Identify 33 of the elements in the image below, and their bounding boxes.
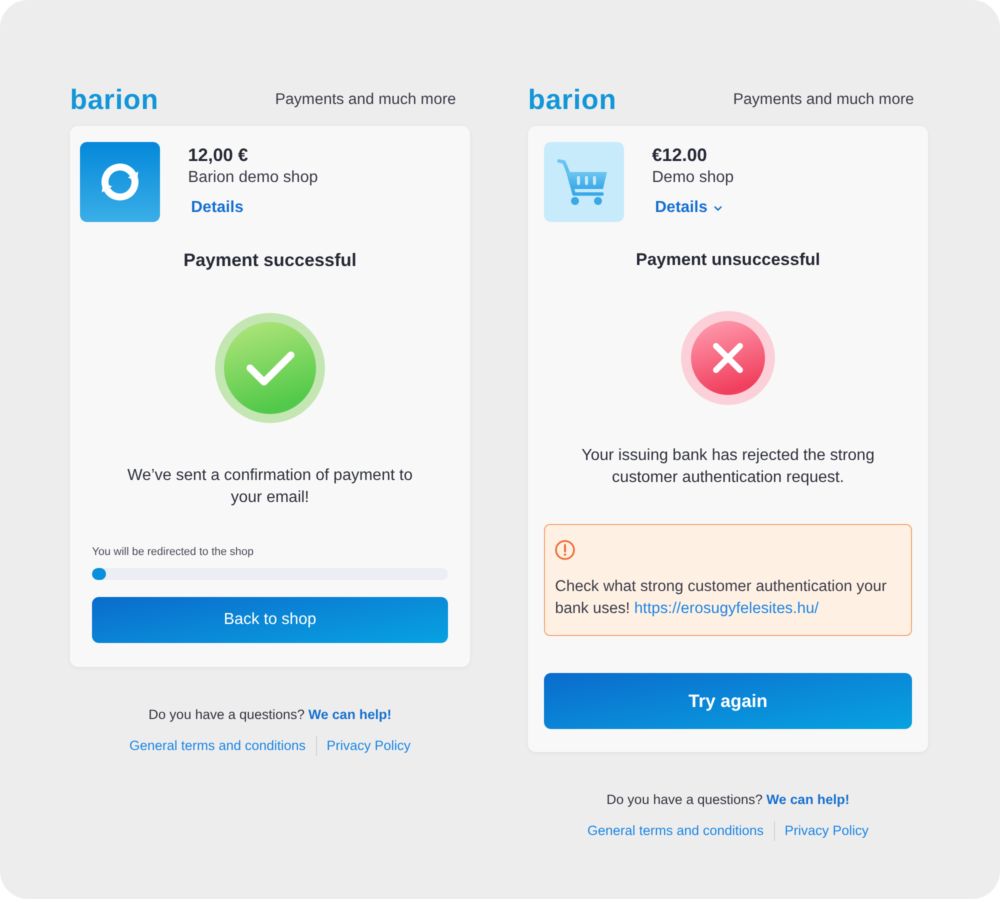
help-text: Do you have a questions? We can help! <box>606 791 850 809</box>
footer-link[interactable]: Privacy Policy <box>774 822 879 840</box>
x-circle-icon <box>681 311 775 405</box>
payment-amount: €12.00 <box>652 144 708 167</box>
status-message: We’ve sent a confirmation of payment to your email! <box>126 466 414 508</box>
chevron-down-icon <box>714 206 722 210</box>
payment-amount: 12,00 € <box>188 144 248 167</box>
footer-link[interactable]: Privacy Policy <box>316 737 421 755</box>
shop-name: Barion demo shop <box>188 168 318 188</box>
circular-arrows-icon <box>80 142 160 222</box>
brand-logo: barion <box>528 84 617 116</box>
redirect-label: You will be redirected to the shop <box>92 545 255 559</box>
details-link[interactable]: Details <box>655 197 722 219</box>
exclamation-circle-icon <box>555 540 575 560</box>
status-title: Payment successful <box>182 249 358 272</box>
footer-link[interactable]: General terms and conditions <box>119 737 316 755</box>
brand-logo: barion <box>70 84 159 116</box>
status-title: Payment unsuccessful <box>634 249 822 271</box>
footer-link[interactable]: General terms and conditions <box>577 822 774 840</box>
status-message: Your issuing bank has rejected the strong customer authentication request. <box>580 446 876 488</box>
help-text: Do you have a questions? We can help! <box>148 706 392 724</box>
retry-button[interactable]: Try again <box>544 673 912 729</box>
check-circle-icon <box>215 313 325 423</box>
shop-name: Demo shop <box>652 168 734 188</box>
shopping-cart-icon <box>544 142 624 222</box>
help-link[interactable]: We can help! <box>308 707 392 722</box>
details-link[interactable]: Details <box>191 197 244 219</box>
tagline: Payments and much more <box>733 90 914 110</box>
tagline: Payments and much more <box>275 90 456 110</box>
help-link[interactable]: We can help! <box>766 792 850 807</box>
back-button[interactable]: Back to shop <box>92 597 448 643</box>
authentication-link[interactable]: https://erosugyfelesites.hu/ <box>634 600 819 617</box>
alert-message: Check what strong customer authentication your bank uses! https://erosugyfelesites.hu/ <box>555 577 888 619</box>
